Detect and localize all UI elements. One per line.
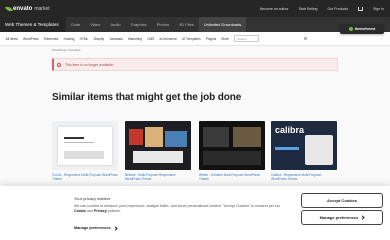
product-title[interactable]: Whele - Creative Multi-Purpose WordPress… bbox=[199, 173, 265, 181]
alert-text: This item is no longer available bbox=[65, 62, 114, 67]
section-heading: Similar items that might get the job don… bbox=[52, 92, 242, 103]
product-audio[interactable]: Audio bbox=[105, 17, 125, 32]
envato-logo[interactable]: envato market bbox=[5, 4, 50, 13]
product-3d-files[interactable]: 3D Files bbox=[174, 17, 199, 32]
accept-cookies-button[interactable]: Accept Cookies bbox=[301, 193, 383, 208]
thumbnail-brand-text: calibra bbox=[275, 125, 305, 135]
product-thumbnail[interactable] bbox=[199, 121, 265, 170]
category-plugins[interactable]: Plugins bbox=[203, 37, 219, 41]
cookie-title: Your privacy matters bbox=[74, 196, 111, 201]
product-title[interactable]: Belleza - Multi-Purpose Responsive WordP… bbox=[125, 173, 191, 181]
cookie-policy-link[interactable]: Cookie bbox=[74, 209, 86, 213]
info-icon bbox=[57, 62, 61, 67]
top-links: Become an author Start Selling Our Produ… bbox=[260, 0, 384, 17]
cookie-text-part: policies. bbox=[106, 209, 121, 213]
chevron-right-icon bbox=[113, 225, 118, 231]
manage-preferences-button-label: Manage preferences bbox=[319, 215, 359, 220]
category-marketing[interactable]: Marketing bbox=[125, 37, 144, 41]
manage-preferences-link[interactable]: Manage preferences bbox=[74, 225, 118, 231]
our-products-link[interactable]: Our Products bbox=[327, 7, 348, 11]
category-wordpress[interactable]: WordPress bbox=[20, 37, 41, 41]
cookie-text-part: We use cookies to enhance your experienc… bbox=[74, 204, 281, 208]
privacy-policy-link[interactable]: Privacy bbox=[94, 209, 107, 213]
product-graphics[interactable]: Graphics bbox=[126, 17, 152, 32]
category-nav: All Items WordPress Elementor Hosting HT… bbox=[0, 32, 390, 46]
cart-icon[interactable] bbox=[358, 6, 364, 11]
product-thumbnail[interactable]: calibra bbox=[271, 121, 337, 170]
category-more[interactable]: More bbox=[219, 37, 231, 41]
cookie-text: We use cookies to enhance your experienc… bbox=[74, 204, 282, 214]
leaf-icon bbox=[348, 27, 353, 31]
chevron-right-icon bbox=[360, 215, 365, 220]
leaf-icon bbox=[5, 4, 13, 13]
cookie-banner: Your privacy matters We use cookies to e… bbox=[0, 186, 390, 240]
category-elementor[interactable]: Elementor bbox=[41, 37, 61, 41]
product-thumbnail[interactable] bbox=[52, 121, 118, 170]
product-web-themes[interactable]: Web Themes & Templates bbox=[0, 17, 66, 32]
badge-label: themeforest bbox=[354, 27, 376, 31]
cookie-text-part: and bbox=[85, 209, 94, 213]
manage-preferences-label: Manage preferences bbox=[74, 226, 111, 230]
category-html[interactable]: HTML bbox=[77, 37, 91, 41]
product-card[interactable]: Belleza - Multi-Purpose Responsive WordP… bbox=[125, 121, 191, 181]
category-all-items[interactable]: All Items bbox=[3, 37, 20, 41]
product-thumbnail[interactable] bbox=[125, 121, 191, 170]
category-cms[interactable]: CMS bbox=[145, 37, 157, 41]
search-input[interactable]: Search bbox=[234, 35, 260, 42]
product-card[interactable]: Cruxis - Responsive Multi-Purpose WordPr… bbox=[52, 121, 118, 181]
breadcrumb[interactable]: WordPress / Creative bbox=[52, 48, 80, 52]
category-ui-templates[interactable]: UI Templates bbox=[179, 37, 203, 41]
category-jamstack[interactable]: Jamstack bbox=[107, 37, 126, 41]
product-nav: Web Themes & Templates Code Video Audio … bbox=[0, 17, 390, 32]
manage-preferences-button[interactable]: Manage preferences bbox=[301, 210, 383, 225]
start-selling-link[interactable]: Start Selling bbox=[299, 7, 318, 11]
top-bar: envato market Become an author Start Sel… bbox=[0, 0, 390, 17]
product-unlimited-downloads[interactable]: Unlimited Downloads bbox=[198, 17, 247, 32]
product-card[interactable]: Whele - Creative Multi-Purpose WordPress… bbox=[199, 121, 265, 181]
search-icon[interactable] bbox=[304, 37, 307, 40]
product-title[interactable]: Cruxis - Responsive Multi-Purpose WordPr… bbox=[52, 173, 118, 181]
category-ecommerce[interactable]: eCommerce bbox=[157, 37, 180, 41]
product-photos[interactable]: Photos bbox=[152, 17, 174, 32]
logo-suffix: market bbox=[34, 5, 50, 12]
themeforest-badge[interactable]: themeforest bbox=[340, 24, 384, 34]
logo-word: envato bbox=[13, 5, 33, 12]
item-unavailable-alert: This item is no longer available bbox=[52, 58, 338, 71]
category-shopify[interactable]: Shopify bbox=[91, 37, 107, 41]
product-video[interactable]: Video bbox=[85, 17, 105, 32]
category-hosting[interactable]: Hosting bbox=[61, 37, 77, 41]
product-code[interactable]: Code bbox=[66, 17, 86, 32]
sign-in-link[interactable]: Sign In bbox=[373, 7, 384, 11]
product-card[interactable]: calibra Calibra - Responsive Multi-Purpo… bbox=[271, 121, 337, 181]
become-author-link[interactable]: Become an author bbox=[260, 7, 289, 11]
product-title[interactable]: Calibra - Responsive Multi-Purpose WordP… bbox=[271, 173, 337, 181]
